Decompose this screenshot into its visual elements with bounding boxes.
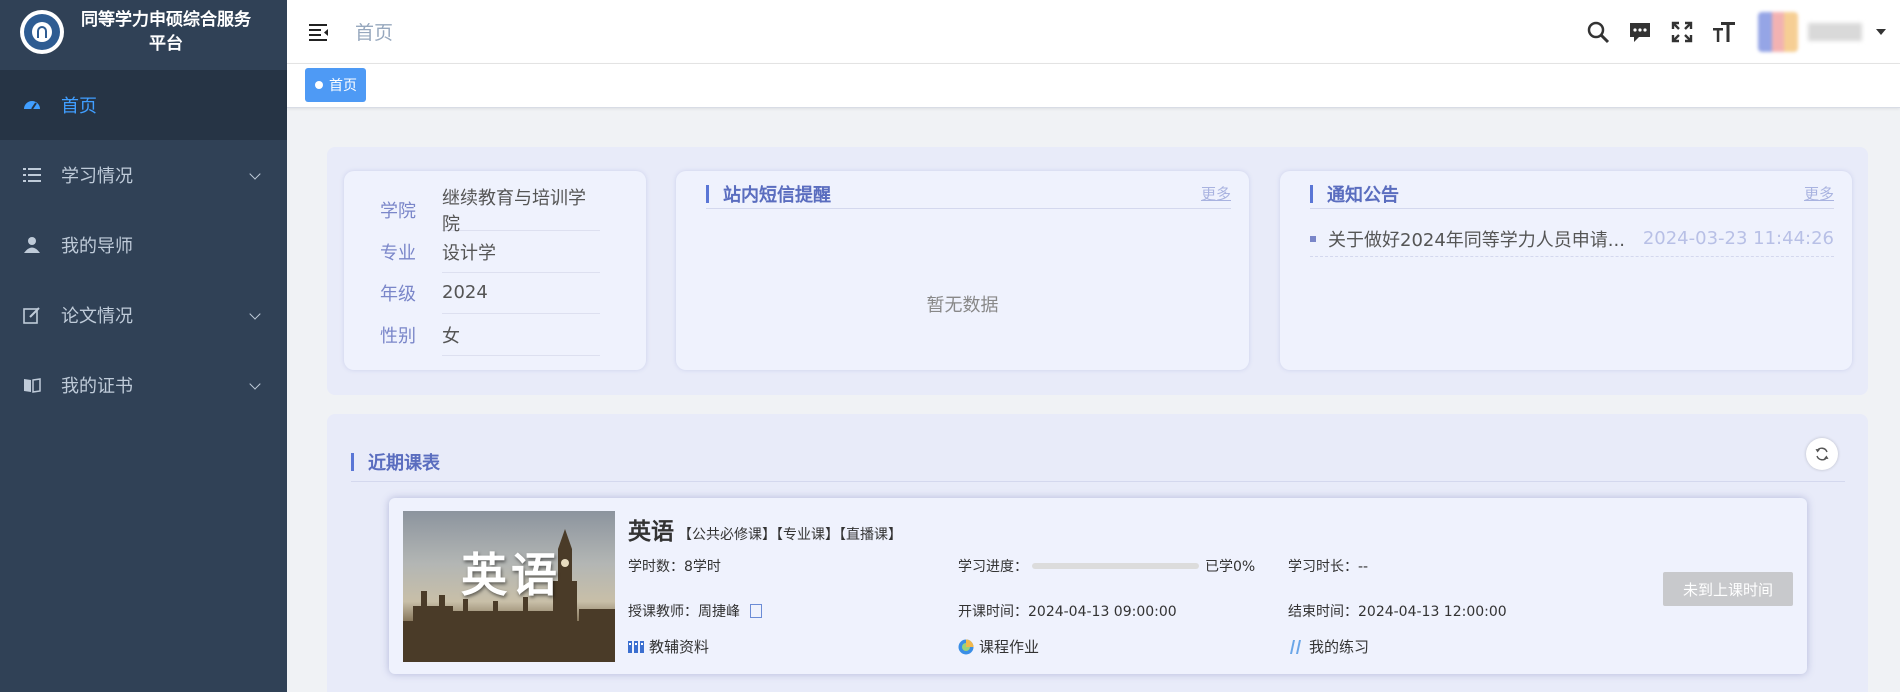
sidebar-item-home[interactable]: 首页 bbox=[0, 70, 287, 140]
info-label: 专业 bbox=[380, 243, 416, 264]
course-title: 英语 【公共必修课】【专业课】【直播课】 bbox=[628, 512, 902, 546]
notices-card: 通知公告 更多 关于做好2024年同等学力人员申请... 2024-03-23 … bbox=[1280, 171, 1852, 370]
bullet-icon bbox=[1310, 235, 1316, 242]
course-cover[interactable]: 英语 bbox=[403, 511, 615, 662]
user-icon bbox=[22, 235, 42, 255]
notice-title[interactable]: 关于做好2024年同等学力人员申请... bbox=[1328, 226, 1643, 252]
progress-text: 已学0% bbox=[1205, 559, 1256, 575]
tags-view: 首页 bbox=[287, 64, 1900, 108]
info-value: 2024 bbox=[442, 272, 600, 314]
messages-card: 站内短信提醒 更多 暂无数据 bbox=[676, 171, 1249, 370]
notice-date: 2024-03-23 11:44:26 bbox=[1642, 228, 1834, 249]
practice-link[interactable]: 我的练习 bbox=[1288, 636, 1369, 657]
homework-label: 课程作业 bbox=[979, 638, 1040, 656]
course-duration: 学习时长：-- bbox=[1288, 559, 1369, 575]
homework-icon bbox=[958, 639, 974, 655]
tag-home[interactable]: 首页 bbox=[305, 68, 366, 102]
search-icon[interactable] bbox=[1584, 18, 1612, 46]
teacher-text: 授课教师：周捷峰 bbox=[628, 604, 740, 620]
cover-title: 英语 bbox=[461, 548, 561, 602]
materials-label: 教辅资料 bbox=[649, 638, 710, 656]
list-icon bbox=[22, 165, 42, 185]
sidebar-item-label: 论文情况 bbox=[61, 306, 133, 327]
messages-header: 站内短信提醒 更多 bbox=[706, 179, 1231, 209]
sidebar-menu: 首页 学习情况 我的导师 论文情况 我的证书 bbox=[0, 70, 287, 420]
attend-class-button[interactable]: 未到上课时间 bbox=[1663, 572, 1793, 606]
course-teacher: 授课教师：周捷峰 bbox=[628, 601, 762, 621]
course-name: 英语 bbox=[628, 519, 674, 545]
materials-icon bbox=[628, 639, 644, 655]
info-row-gender: 性别 女 bbox=[380, 314, 600, 356]
chevron-down-icon bbox=[249, 168, 261, 180]
info-row-grade: 年级 2024 bbox=[380, 272, 600, 314]
practice-label: 我的练习 bbox=[1309, 638, 1370, 656]
fullscreen-icon[interactable] bbox=[1668, 18, 1696, 46]
sidebar-item-study[interactable]: 学习情况 bbox=[0, 140, 287, 210]
empty-state: 暂无数据 bbox=[926, 295, 999, 316]
sidebar-item-label: 我的证书 bbox=[61, 376, 133, 397]
navbar: 首页 bbox=[287, 0, 1900, 64]
message-icon[interactable] bbox=[1626, 18, 1654, 46]
brand: 同等学力申硕综合服务平台 bbox=[0, 0, 287, 64]
university-logo bbox=[20, 10, 64, 54]
sidebar-item-thesis[interactable]: 论文情况 bbox=[0, 280, 287, 350]
notices-more-link[interactable]: 更多 bbox=[1804, 183, 1834, 204]
messages-title: 站内短信提醒 bbox=[723, 184, 831, 206]
sidebar-item-label: 学习情况 bbox=[61, 166, 133, 187]
practice-icon bbox=[1288, 639, 1304, 655]
course-start: 开课时间：2024-04-13 09:00:00 bbox=[958, 604, 1177, 620]
materials-link[interactable]: 教辅资料 bbox=[628, 636, 709, 657]
chevron-down-icon bbox=[249, 308, 261, 320]
document-icon[interactable] bbox=[750, 604, 762, 618]
app-title: 同等学力申硕综合服务平台 bbox=[81, 10, 251, 54]
refresh-icon[interactable] bbox=[1806, 438, 1838, 470]
info-label: 学院 bbox=[380, 201, 416, 222]
chevron-down-icon bbox=[249, 378, 261, 390]
notice-item[interactable]: 关于做好2024年同等学力人员申请... 2024-03-23 11:44:26 bbox=[1310, 221, 1834, 257]
progress-bar bbox=[1032, 563, 1199, 569]
schedule-panel: 近期课表 英语 英语 【公共必修课】【专业课】【直播课】 学时数：8学时 学习进… bbox=[327, 414, 1868, 692]
info-label: 性别 bbox=[380, 326, 416, 347]
course-end: 结束时间：2024-04-13 12:00:00 bbox=[1288, 604, 1507, 620]
messages-more-link[interactable]: 更多 bbox=[1201, 183, 1231, 204]
course-progress: 学习进度： 已学0% bbox=[958, 556, 1255, 576]
username[interactable] bbox=[1808, 23, 1862, 41]
dashboard-icon bbox=[22, 95, 42, 115]
info-row-major: 专业 设计学 bbox=[380, 231, 600, 273]
progress-label: 学习进度： bbox=[958, 559, 1028, 575]
info-value: 继续教育与培训学院 bbox=[442, 188, 600, 235]
breadcrumb[interactable]: 首页 bbox=[355, 18, 393, 45]
book-icon bbox=[22, 375, 42, 395]
course-card[interactable]: 英语 英语 【公共必修课】【专业课】【直播课】 学时数：8学时 学习进度： 已学… bbox=[389, 498, 1807, 674]
caret-down-icon[interactable] bbox=[1876, 29, 1886, 35]
sidebar-item-tutor[interactable]: 我的导师 bbox=[0, 210, 287, 280]
sidebar: 同等学力申硕综合服务平台 首页 学习情况 我的导师 论文情况 我的证书 bbox=[0, 0, 287, 692]
info-value: 设计学 bbox=[442, 231, 600, 273]
course-tags: 【公共必修课】【专业课】【直播课】 bbox=[678, 527, 902, 543]
schedule-title: 近期课表 bbox=[368, 452, 440, 474]
info-value: 女 bbox=[442, 314, 600, 356]
active-dot-icon bbox=[315, 81, 323, 89]
avatar[interactable] bbox=[1758, 12, 1798, 52]
menu-fold-icon[interactable] bbox=[307, 20, 331, 44]
sidebar-item-certificate[interactable]: 我的证书 bbox=[0, 350, 287, 420]
edit-icon bbox=[22, 305, 42, 325]
student-info-card: 学院 继续教育与培训学院 专业 设计学 年级 2024 性别 女 bbox=[344, 171, 646, 370]
font-size-icon[interactable] bbox=[1710, 18, 1738, 46]
notices-title: 通知公告 bbox=[1327, 184, 1399, 206]
notices-header: 通知公告 更多 bbox=[1310, 179, 1834, 209]
sidebar-item-label: 我的导师 bbox=[61, 236, 133, 257]
homework-link[interactable]: 课程作业 bbox=[958, 636, 1039, 657]
schedule-header: 近期课表 bbox=[351, 442, 1845, 482]
info-label: 年级 bbox=[380, 284, 416, 305]
sidebar-item-label: 首页 bbox=[61, 96, 97, 117]
navbar-actions bbox=[1570, 0, 1886, 64]
course-hours: 学时数：8学时 bbox=[628, 559, 721, 575]
tag-label: 首页 bbox=[329, 78, 357, 94]
overview-panel: 学院 继续教育与培训学院 专业 设计学 年级 2024 性别 女 站内短信提醒 … bbox=[327, 147, 1868, 395]
info-row-college: 学院 继续教育与培训学院 bbox=[380, 188, 600, 235]
